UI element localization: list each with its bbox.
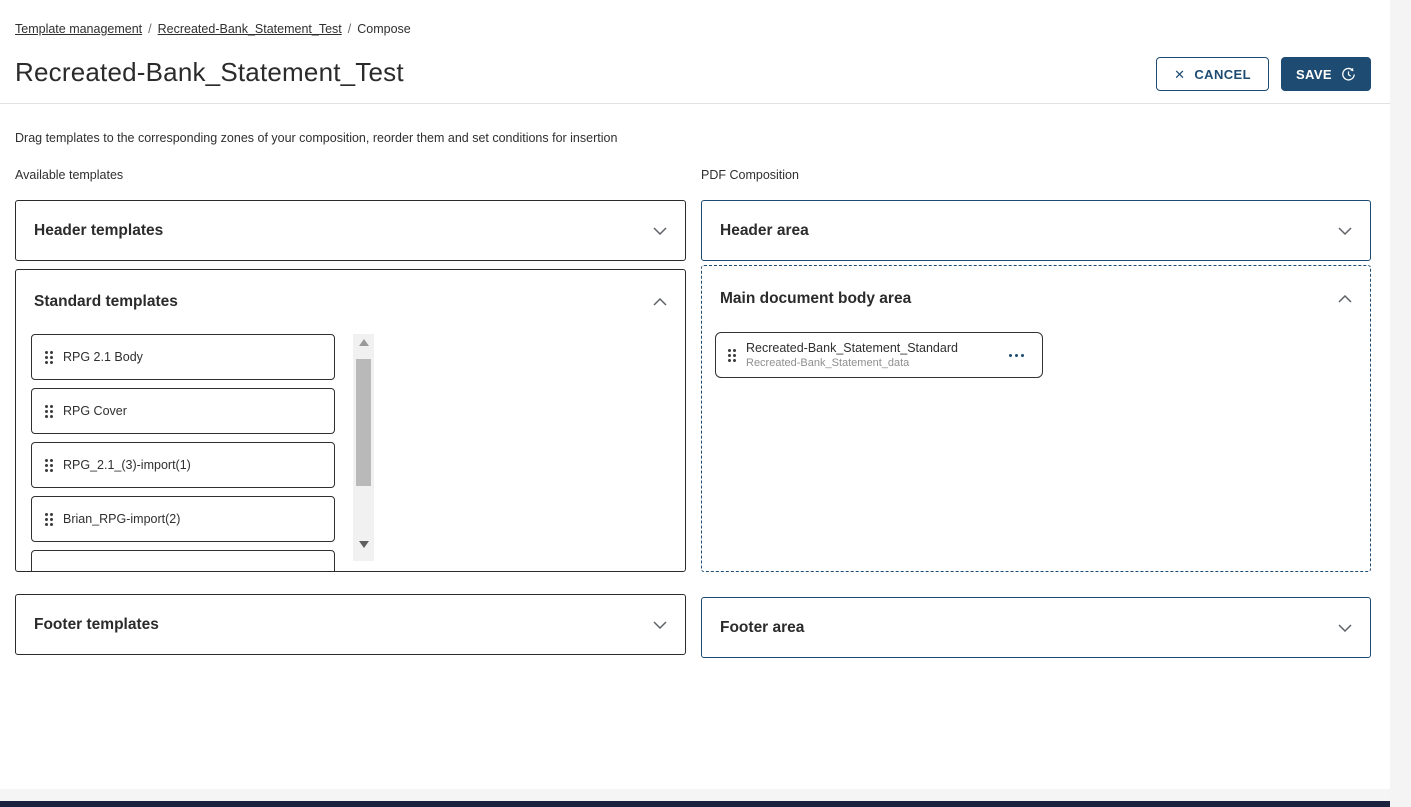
header-templates-panel: Header templates <box>15 200 686 261</box>
composition-item-title: Recreated-Bank_Statement_Standard <box>746 341 993 356</box>
footer-area-title: Footer area <box>720 619 1338 637</box>
template-item-label: RPG Cover <box>63 404 127 418</box>
breadcrumb-separator: / <box>348 22 351 36</box>
footer-templates-title: Footer templates <box>34 616 653 634</box>
header-area-panel: Header area <box>701 200 1371 261</box>
save-button-label: SAVE <box>1296 67 1332 82</box>
page-header: Template management / Recreated-Bank_State… <box>0 0 1390 104</box>
main-document-body-area-panel: Main document body area Recreated-Bank_S… <box>701 265 1371 572</box>
template-item-rpg-21-3-import-1[interactable]: RPG_2.1_(3)-import(1) <box>31 442 335 488</box>
breadcrumb-link-template-management[interactable]: Template management <box>15 22 142 36</box>
scrollbar-up-arrow-icon[interactable] <box>353 339 374 351</box>
available-templates-label: Available templates <box>15 168 686 182</box>
standard-templates-list: RPG 2.1 Body RPG Cover RPG_2.1_(3)-impor… <box>16 334 685 572</box>
template-list-scrollbar[interactable] <box>353 334 374 561</box>
breadcrumb: Template management / Recreated-Bank_State… <box>15 22 411 36</box>
template-item-rpg-cover[interactable]: RPG Cover <box>31 388 335 434</box>
standard-templates-title: Standard templates <box>34 293 653 311</box>
chevron-up-icon <box>653 298 667 306</box>
header-area-accordion[interactable]: Header area <box>702 201 1370 260</box>
save-history-icon <box>1341 67 1356 82</box>
pdf-composition-label: PDF Composition <box>701 168 1371 182</box>
page-title: Recreated-Bank_Statement_Test <box>15 57 404 88</box>
footer-area-panel: Footer area <box>701 597 1371 658</box>
footer-templates-accordion[interactable]: Footer templates <box>16 595 685 654</box>
bottom-accent-bar <box>0 801 1411 807</box>
template-item-label: RPG 2.1 Body <box>63 350 143 364</box>
ellipsis-menu-icon[interactable] <box>1003 350 1030 361</box>
composition-item-recreated-bank-statement-standard[interactable]: Recreated-Bank_Statement_Standard Recrea… <box>715 332 1043 378</box>
cancel-button-label: CANCEL <box>1194 67 1251 82</box>
chevron-up-icon <box>1338 295 1352 303</box>
breadcrumb-link-template[interactable]: Recreated-Bank_Statement_Test <box>158 22 342 36</box>
compose-page: Template management / Recreated-Bank_State… <box>0 0 1411 807</box>
standard-templates-accordion[interactable]: Standard templates <box>16 270 685 334</box>
breadcrumb-current: Compose <box>357 22 411 36</box>
window-scrollbar[interactable] <box>1390 0 1411 807</box>
drag-handle-icon[interactable] <box>45 513 53 526</box>
drag-handle-icon[interactable] <box>45 459 53 472</box>
columns: Available templates Header templates Sta… <box>15 168 1375 658</box>
scrollbar-down-arrow-icon[interactable] <box>353 541 374 553</box>
drag-handle-icon[interactable] <box>45 351 53 364</box>
footer-area-accordion[interactable]: Footer area <box>702 598 1370 657</box>
scrollbar-thumb[interactable] <box>356 359 371 486</box>
save-button[interactable]: SAVE <box>1281 57 1371 91</box>
header-templates-accordion[interactable]: Header templates <box>16 201 685 260</box>
available-templates-column: Available templates Header templates Sta… <box>15 168 686 658</box>
main-document-body-accordion[interactable]: Main document body area <box>702 266 1370 332</box>
chevron-down-icon <box>653 227 667 235</box>
pdf-composition-column: PDF Composition Header area Main documen… <box>701 168 1371 658</box>
composition-item-subtitle: Recreated-Bank_Statement_data <box>746 356 993 370</box>
compose-content: Drag templates to the corresponding zone… <box>0 104 1390 807</box>
template-item-partial[interactable] <box>31 550 335 572</box>
header-area-title: Header area <box>720 222 1338 240</box>
template-item-label: RPG_2.1_(3)-import(1) <box>63 458 191 472</box>
chevron-down-icon <box>1338 624 1352 632</box>
chevron-down-icon <box>653 621 667 629</box>
cancel-button[interactable]: ✕ CANCEL <box>1156 57 1269 91</box>
header-actions: ✕ CANCEL SAVE <box>1156 57 1371 91</box>
breadcrumb-separator: / <box>148 22 151 36</box>
composition-item-text: Recreated-Bank_Statement_Standard Recrea… <box>746 341 993 370</box>
standard-templates-panel: Standard templates RPG 2.1 Body RPG Cove <box>15 269 686 572</box>
chevron-down-icon <box>1338 227 1352 235</box>
footer-templates-panel: Footer templates <box>15 594 686 655</box>
close-icon: ✕ <box>1174 68 1185 81</box>
drag-handle-icon[interactable] <box>728 349 736 362</box>
footer-strip <box>0 789 1390 801</box>
drag-handle-icon[interactable] <box>45 405 53 418</box>
main-document-body-title: Main document body area <box>720 290 1338 308</box>
template-item-label: Brian_RPG-import(2) <box>63 512 180 526</box>
instruction-text: Drag templates to the corresponding zone… <box>15 131 1375 145</box>
header-templates-title: Header templates <box>34 222 653 240</box>
template-item-rpg-21-body[interactable]: RPG 2.1 Body <box>31 334 335 380</box>
template-item-brian-rpg-import-2[interactable]: Brian_RPG-import(2) <box>31 496 335 542</box>
